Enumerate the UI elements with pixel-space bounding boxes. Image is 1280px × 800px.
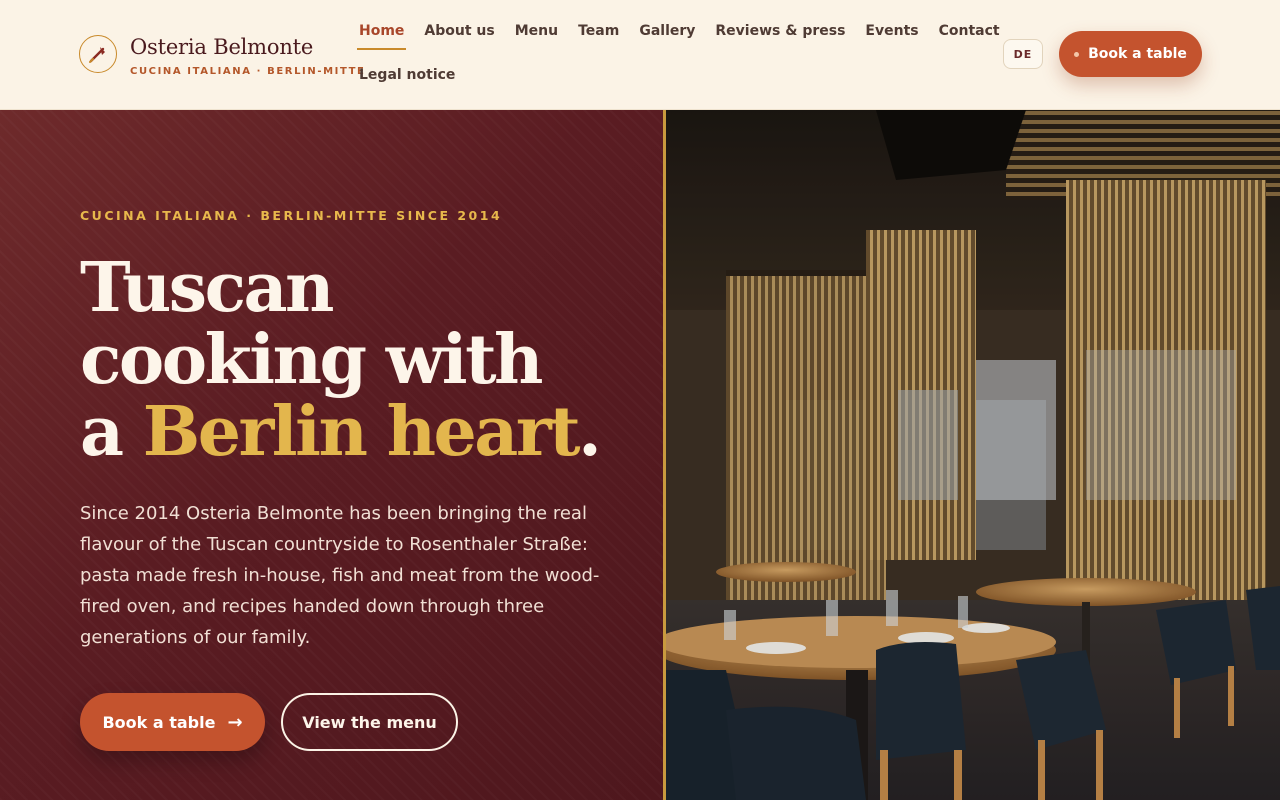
nav-item-menu[interactable]: Menu [515,22,558,50]
hero-eyebrow: CUCINA ITALIANA · BERLIN-MITTE SINCE 201… [80,208,503,223]
headline-line-3: a Berlin heart. [80,396,602,468]
headline-period: . [578,392,602,472]
nav-item-about[interactable]: About us [424,22,494,50]
book-table-hero-button[interactable]: Book a table → [80,693,265,751]
nav-item-gallery[interactable]: Gallery [639,22,695,50]
brand-name: Osteria Belmonte [130,35,314,59]
headline-prefix: a [80,392,143,472]
book-table-header-label: Book a table [1088,46,1187,62]
dot-icon [1074,51,1080,57]
site-header: Osteria Belmonte CUCINA ITALIANA · BERLI… [0,0,1280,110]
hero-section: CUCINA ITALIANA · BERLIN-MITTE SINCE 201… [0,110,664,800]
arrow-right-icon: → [227,711,243,733]
hero-lead-text: Since 2014 Osteria Belmonte has been bri… [80,503,600,648]
view-menu-button[interactable]: View the menu [281,693,458,751]
nav-item-home[interactable]: Home [356,22,407,50]
language-switch-button[interactable]: DE [1003,39,1043,69]
headline-line-1: Tuscan [80,248,335,328]
headline-line-2: cooking with [80,320,543,400]
headline-accent: Berlin heart [142,392,581,472]
nav-item-team[interactable]: Team [578,22,619,50]
book-table-hero-label: Book a table [102,712,216,732]
brand-logo[interactable]: Osteria Belmonte CUCINA ITALIANA · BERLI… [79,34,365,77]
nav-item-contact[interactable]: Contact [939,22,1000,50]
nav-item-reviews[interactable]: Reviews & press [715,22,845,50]
nav-item-legal-notice[interactable]: Legal notice [359,66,455,94]
book-table-header-button[interactable]: Book a table [1059,31,1202,77]
restaurant-interior-image [666,110,1280,800]
hero-headline: Tuscan cooking with a Berlin heart. [80,248,602,468]
brand-tagline: CUCINA ITALIANA · BERLIN-MITTE [130,66,366,77]
main-nav: Home About us Menu Team Gallery Reviews … [356,22,1000,94]
fork-quill-icon [79,35,117,73]
nav-item-events[interactable]: Events [865,22,918,50]
